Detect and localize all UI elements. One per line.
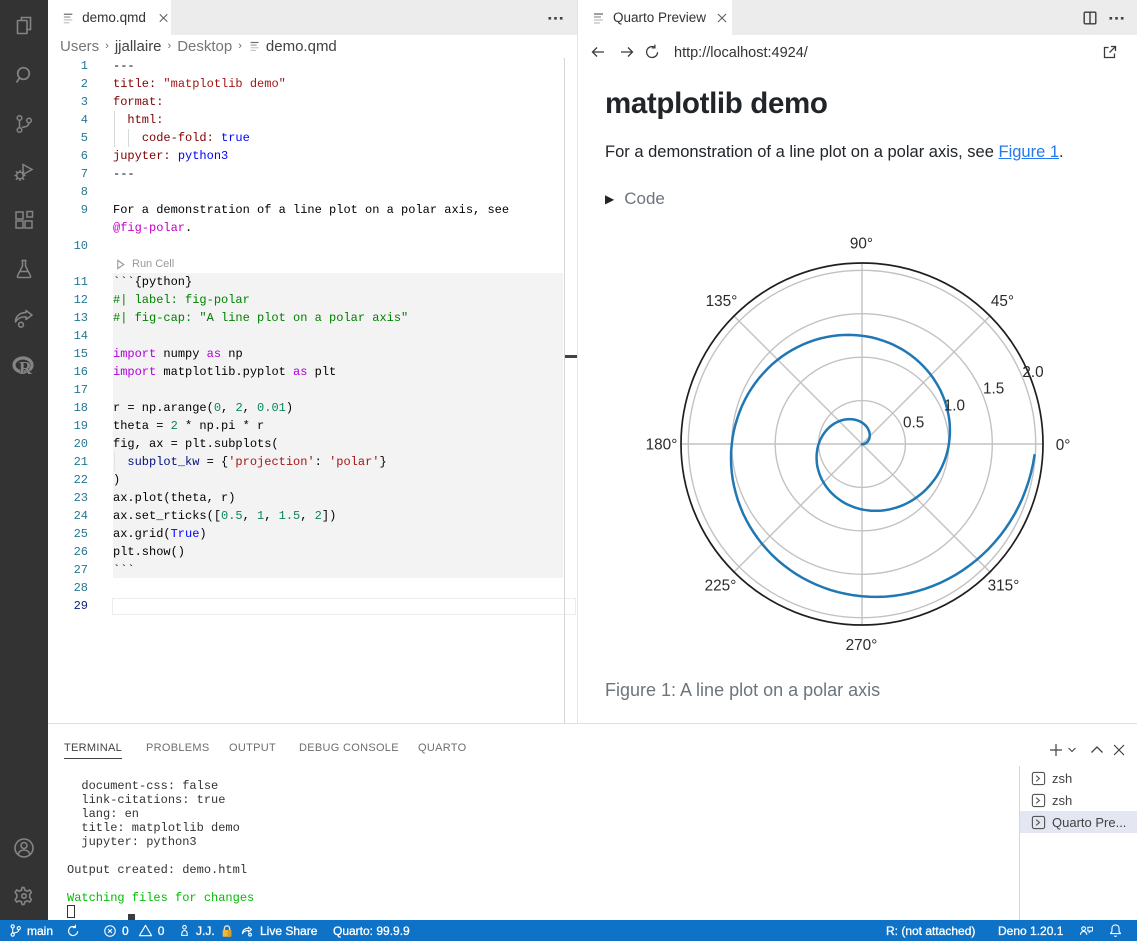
svg-text:90°: 90° <box>850 236 873 253</box>
svg-text:0°: 0° <box>1056 437 1071 454</box>
svg-text:R: R <box>19 358 33 378</box>
svg-text:2.0: 2.0 <box>1022 364 1043 381</box>
svg-text:1.0: 1.0 <box>944 398 965 415</box>
svg-text:0.5: 0.5 <box>903 415 924 432</box>
svg-text:180°: 180° <box>646 437 678 454</box>
svg-text:225°: 225° <box>705 578 737 595</box>
svg-text:315°: 315° <box>988 578 1020 595</box>
svg-text:45°: 45° <box>991 293 1014 310</box>
svg-text:270°: 270° <box>846 637 878 654</box>
svg-text:135°: 135° <box>706 293 738 310</box>
svg-text:1.5: 1.5 <box>983 381 1004 398</box>
